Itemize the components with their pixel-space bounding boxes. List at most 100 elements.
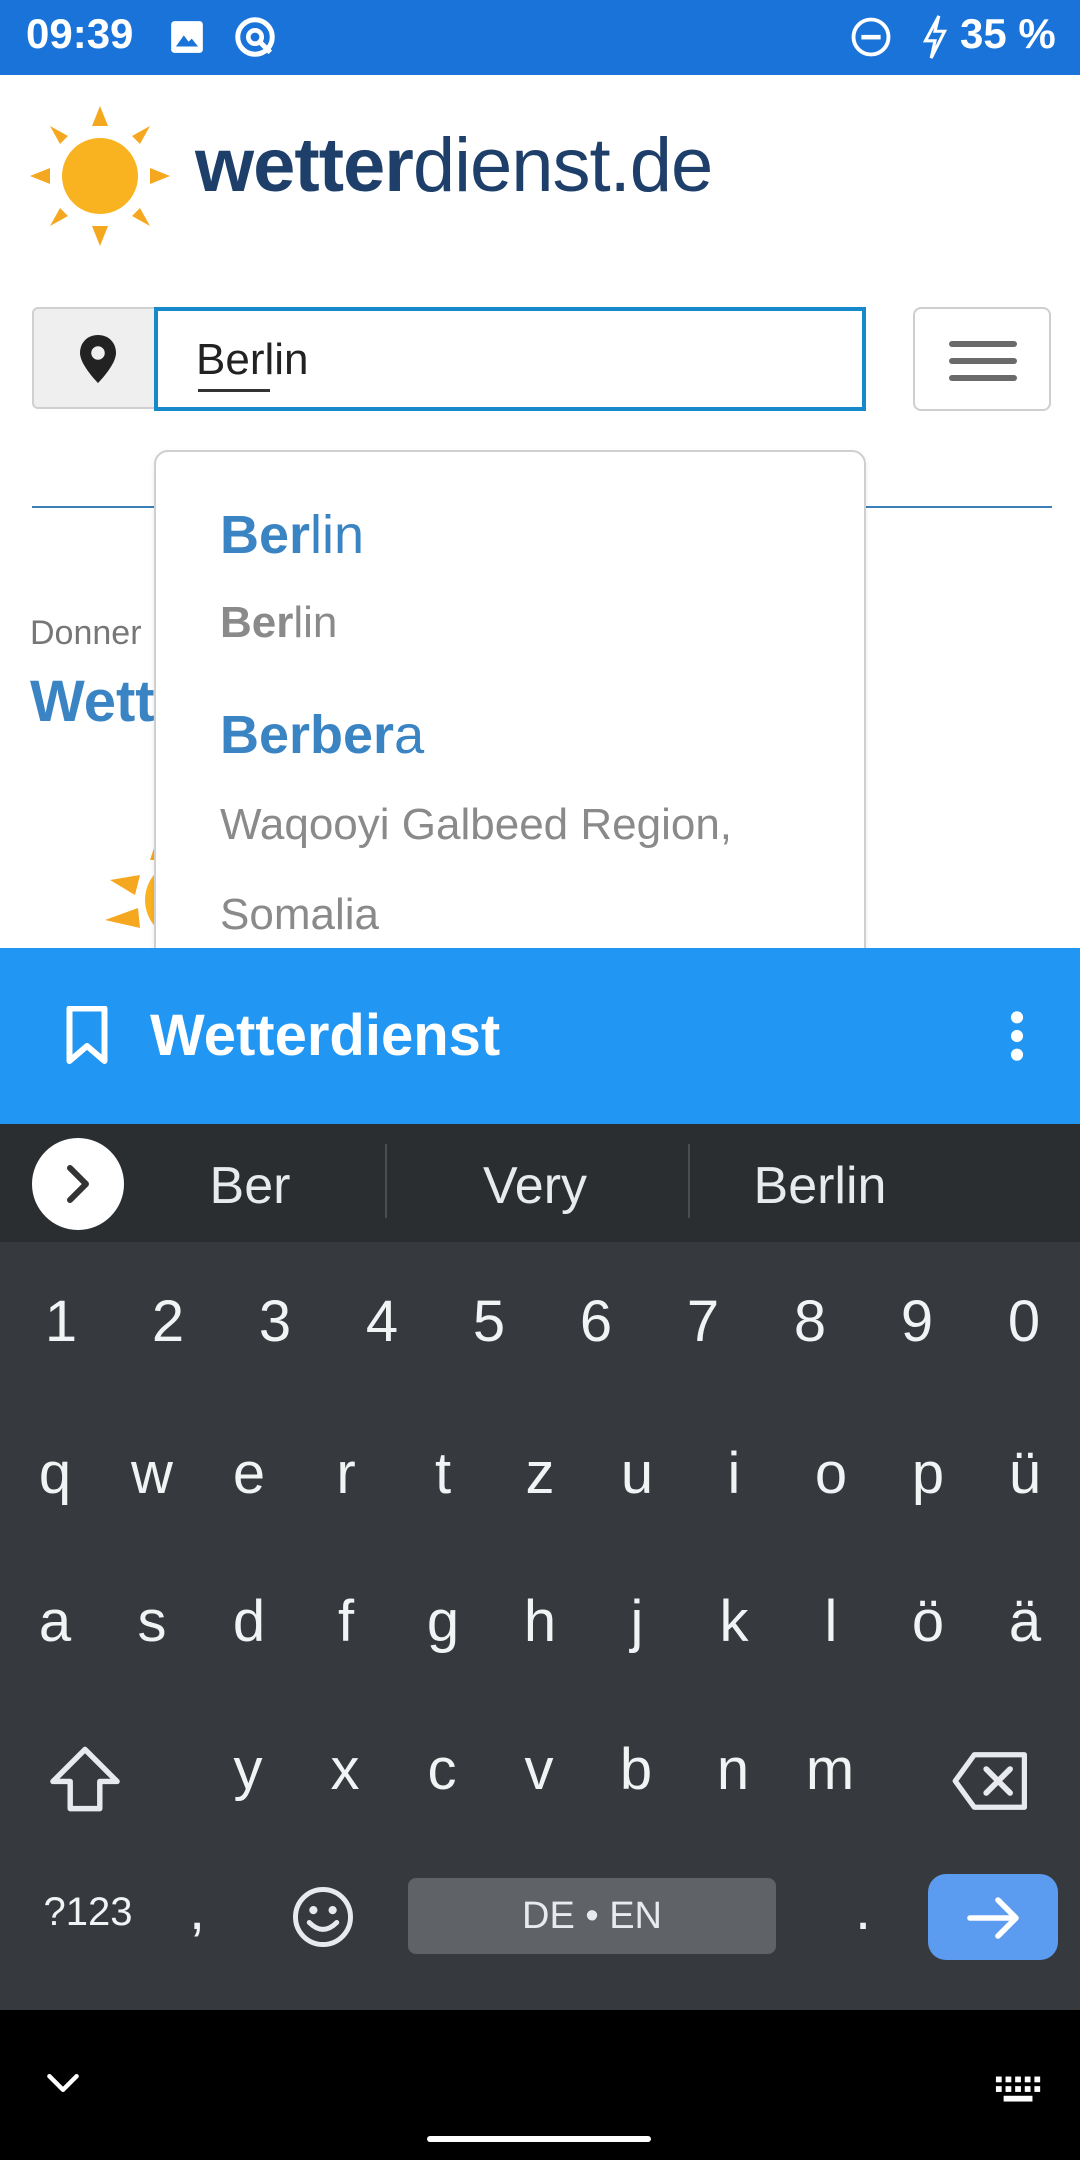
chevron-right-icon (67, 1165, 89, 1203)
match-bold: Ber (220, 505, 311, 565)
key[interactable]: j (592, 1588, 682, 1655)
key[interactable]: i (689, 1440, 779, 1507)
key[interactable]: d (204, 1588, 294, 1655)
autocomplete-item-name: Berbera (220, 704, 732, 766)
key[interactable]: 4 (337, 1288, 427, 1355)
more-vert-icon[interactable] (1003, 1008, 1031, 1064)
battery-percentage: 35 % (960, 10, 1056, 57)
key[interactable]: 6 (551, 1288, 641, 1355)
match-rest: lin (293, 598, 338, 647)
charging-bolt-icon (922, 15, 948, 59)
key[interactable]: r (301, 1440, 391, 1507)
key[interactable]: c (397, 1736, 487, 1803)
match-rest: lin (310, 505, 365, 565)
space-bar[interactable]: DE • EN (408, 1878, 776, 1954)
key[interactable]: h (495, 1588, 585, 1655)
symbols-key[interactable]: ?123 (38, 1890, 138, 1935)
hamburger-menu-icon (949, 341, 1017, 347)
suggestion[interactable]: Ber (160, 1156, 340, 1216)
status-bar: 09:39 35 % (0, 0, 1080, 75)
search-input[interactable]: Berlin (154, 307, 866, 411)
hamburger-bar (949, 358, 1017, 364)
period-key[interactable]: . (838, 1876, 888, 1943)
expand-suggestions-button[interactable] (32, 1138, 124, 1230)
logo-rest-text: dienst.de (412, 123, 713, 208)
key[interactable]: a (10, 1588, 100, 1655)
autocomplete-item-region: Berlin (220, 598, 364, 648)
backspace-icon[interactable] (950, 1750, 1032, 1812)
key[interactable]: n (688, 1736, 778, 1803)
key[interactable]: p (883, 1440, 973, 1507)
key[interactable]: q (10, 1440, 100, 1507)
enter-button[interactable] (928, 1874, 1058, 1960)
bookmark-icon[interactable] (62, 1006, 112, 1066)
key[interactable]: ä (980, 1588, 1070, 1655)
sun-icon (30, 106, 170, 246)
key[interactable]: z (495, 1440, 585, 1507)
key[interactable]: 0 (979, 1288, 1069, 1355)
image-icon (171, 21, 203, 53)
comma-key[interactable]: , (172, 1876, 222, 1943)
q-icon (235, 17, 275, 57)
key[interactable]: y (203, 1736, 293, 1803)
key[interactable]: x (300, 1736, 390, 1803)
key[interactable]: 2 (123, 1288, 213, 1355)
home-handle[interactable] (427, 2136, 651, 2142)
key[interactable]: w (107, 1440, 197, 1507)
suggestion[interactable]: Berlin (720, 1156, 920, 1216)
match-rest: a (394, 705, 425, 765)
key[interactable]: g (398, 1588, 488, 1655)
suggestion-divider (688, 1144, 690, 1218)
autocomplete-item-region: Waqooyi Galbeed Region, (220, 800, 733, 849)
key[interactable]: f (301, 1588, 391, 1655)
arrow-right-icon (967, 1897, 1019, 1939)
autocomplete-item[interactable]: Berbera Waqooyi Galbeed Region, Somalia (220, 704, 732, 940)
key[interactable]: ö (883, 1588, 973, 1655)
search-typed-prefix: Ber (196, 335, 265, 384)
autocomplete-item-name: Berlin (220, 504, 364, 566)
site-logo[interactable]: wetterdienst.de (195, 122, 713, 209)
background-title[interactable]: Wett (30, 668, 155, 735)
key[interactable]: 3 (230, 1288, 320, 1355)
emoji-icon[interactable] (290, 1884, 356, 1950)
key[interactable]: m (785, 1736, 875, 1803)
key[interactable]: k (689, 1588, 779, 1655)
logo-bold-text: wetter (195, 123, 414, 208)
background-label: Donner (30, 614, 142, 652)
screen: 09:39 35 % we tterdienst.de Berlin Donner… (0, 0, 1080, 2160)
navigation-bar (0, 2010, 1080, 2160)
key[interactable]: s (107, 1588, 197, 1655)
do-not-disturb-icon (851, 17, 891, 57)
chevron-down-icon[interactable] (46, 2072, 80, 2094)
keyboard: Ber Very Berlin 1234567890 qwertzuiopü a… (0, 1124, 1080, 2010)
key[interactable]: ü (980, 1440, 1070, 1507)
status-time: 09:39 (26, 10, 134, 57)
key[interactable]: b (591, 1736, 681, 1803)
suggestion-strip: Ber Very Berlin (0, 1124, 1080, 1242)
key[interactable]: 1 (16, 1288, 106, 1355)
search-typed-suffix: lin (264, 335, 309, 384)
key[interactable]: 7 (658, 1288, 748, 1355)
location-button[interactable] (32, 307, 162, 409)
key[interactable]: 8 (765, 1288, 855, 1355)
location-pin-icon (80, 335, 116, 383)
key[interactable]: t (398, 1440, 488, 1507)
key[interactable]: 5 (444, 1288, 534, 1355)
app-toolbar: Wetterdienst (0, 948, 1080, 1124)
key[interactable]: o (786, 1440, 876, 1507)
keyboard-switch-icon[interactable] (994, 2074, 1044, 2106)
toolbar-title: Wetterdienst (150, 1003, 501, 1068)
shift-icon[interactable] (48, 1744, 122, 1814)
hamburger-menu-button[interactable] (913, 307, 1051, 411)
search-input-value: Berlin (196, 335, 309, 384)
autocomplete-dropdown: Berlin Berlin Berbera Waqooyi Galbeed Re… (154, 450, 866, 970)
composing-underline (198, 389, 270, 392)
key[interactable]: l (786, 1588, 876, 1655)
key[interactable]: 9 (872, 1288, 962, 1355)
suggestion[interactable]: Very (430, 1156, 640, 1216)
key[interactable]: e (204, 1440, 294, 1507)
autocomplete-item[interactable]: Berlin Berlin (220, 504, 364, 648)
hamburger-bar (949, 375, 1017, 381)
key[interactable]: v (494, 1736, 584, 1803)
key[interactable]: u (592, 1440, 682, 1507)
